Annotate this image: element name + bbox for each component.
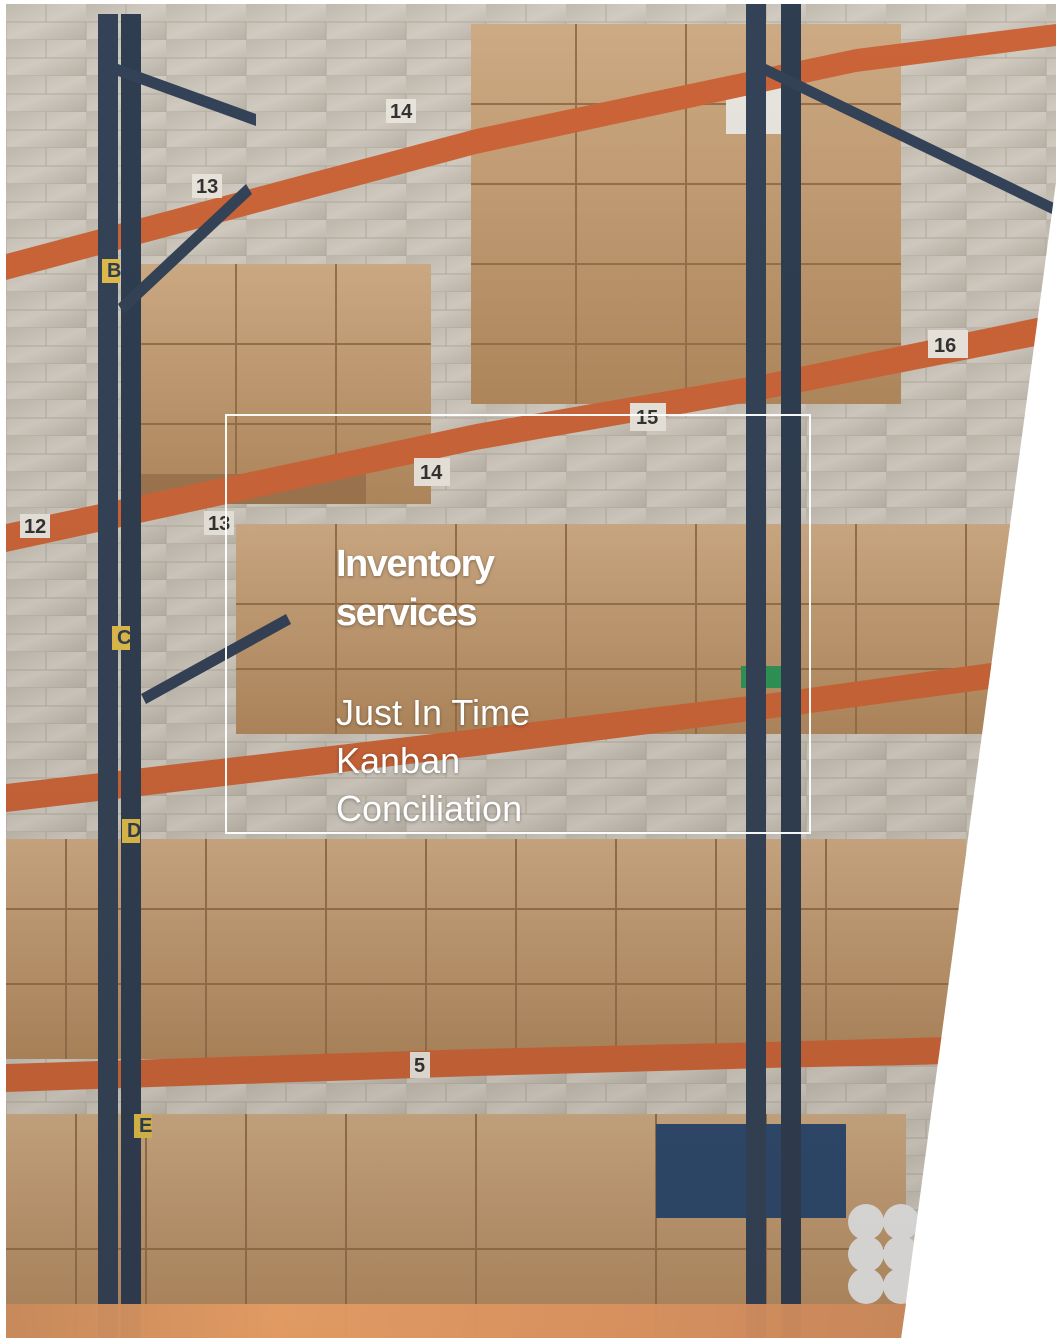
service-item-kanban: Kanban <box>336 740 461 781</box>
service-item-conciliation: Conciliation <box>336 788 523 829</box>
service-item-just-in-time: Just In Time <box>336 692 531 733</box>
service-list: Just In Time Kanban Conciliation <box>336 689 530 833</box>
service-title: Inventory services <box>336 543 495 634</box>
services-panel: 14 13 16 15 14 13 12 5 B C <box>0 0 1056 1338</box>
bottom-accent-band <box>6 1304 906 1338</box>
